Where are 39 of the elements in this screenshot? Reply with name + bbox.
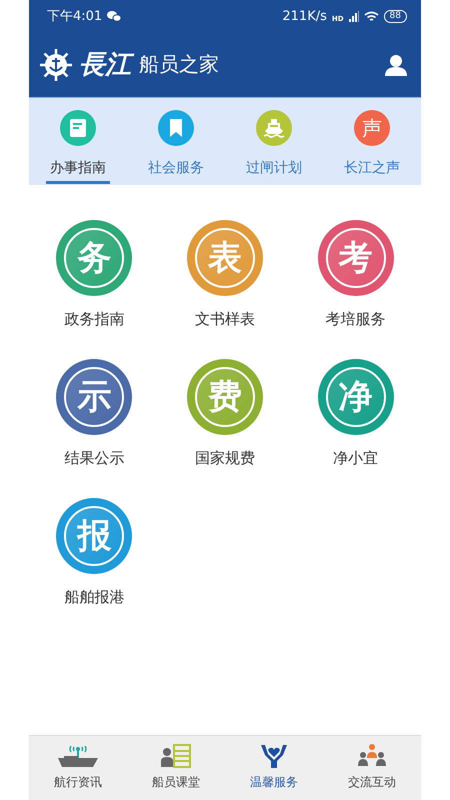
service-label: 国家规费 xyxy=(194,449,255,468)
service-button[interactable]: 净 xyxy=(318,359,394,435)
book-icon xyxy=(69,118,87,138)
service-label: 文书样表 xyxy=(194,310,255,329)
service-button[interactable]: 费 xyxy=(186,359,263,435)
logo-subtitle: 船员之家 xyxy=(139,51,219,78)
nav-tab[interactable]: 船员课堂 xyxy=(127,736,225,800)
nav-tab[interactable]: 交流互动 xyxy=(323,736,421,800)
nav-tab[interactable]: 温馨服务 xyxy=(225,736,323,800)
service-button[interactable]: 表 xyxy=(186,220,263,296)
service-label: 结果公示 xyxy=(64,449,124,468)
chat-icon xyxy=(107,10,122,22)
service-label: 考培服务 xyxy=(326,310,386,329)
service-label: 船舶报港 xyxy=(64,588,124,607)
nav-tab[interactable]: 航行资讯 xyxy=(29,736,127,800)
category-tab[interactable]: 长江之声 xyxy=(340,159,404,184)
battery-level: 88 xyxy=(384,10,407,22)
service-button[interactable]: 考 xyxy=(318,220,394,296)
user-icon[interactable] xyxy=(385,54,407,76)
people-icon xyxy=(357,743,387,769)
classroom-icon xyxy=(160,743,192,769)
service-button[interactable]: 务 xyxy=(56,220,132,296)
category-tab[interactable]: 过闸计划 xyxy=(242,159,306,184)
service-button[interactable]: 示 xyxy=(56,359,132,435)
wifi-icon xyxy=(364,10,379,22)
voice-glyph: 声 xyxy=(362,114,382,142)
network-speed: 211K/s xyxy=(282,8,327,24)
ship-icon xyxy=(263,118,285,138)
service-label: 政务指南 xyxy=(64,310,124,329)
service-label: 净小宜 xyxy=(333,449,378,468)
ship-wheel-anchor-icon xyxy=(39,48,73,82)
category-tab[interactable]: 社会服务 xyxy=(144,159,208,184)
category-tab[interactable]: 办事指南 xyxy=(46,159,110,184)
status-time: 下午4:01 xyxy=(47,8,102,25)
signal-icon xyxy=(348,10,359,22)
boat-antenna-icon xyxy=(56,743,100,769)
service-button[interactable]: 报 xyxy=(56,498,132,574)
heart-hands-icon xyxy=(259,743,289,769)
bookmark-icon xyxy=(169,118,183,138)
